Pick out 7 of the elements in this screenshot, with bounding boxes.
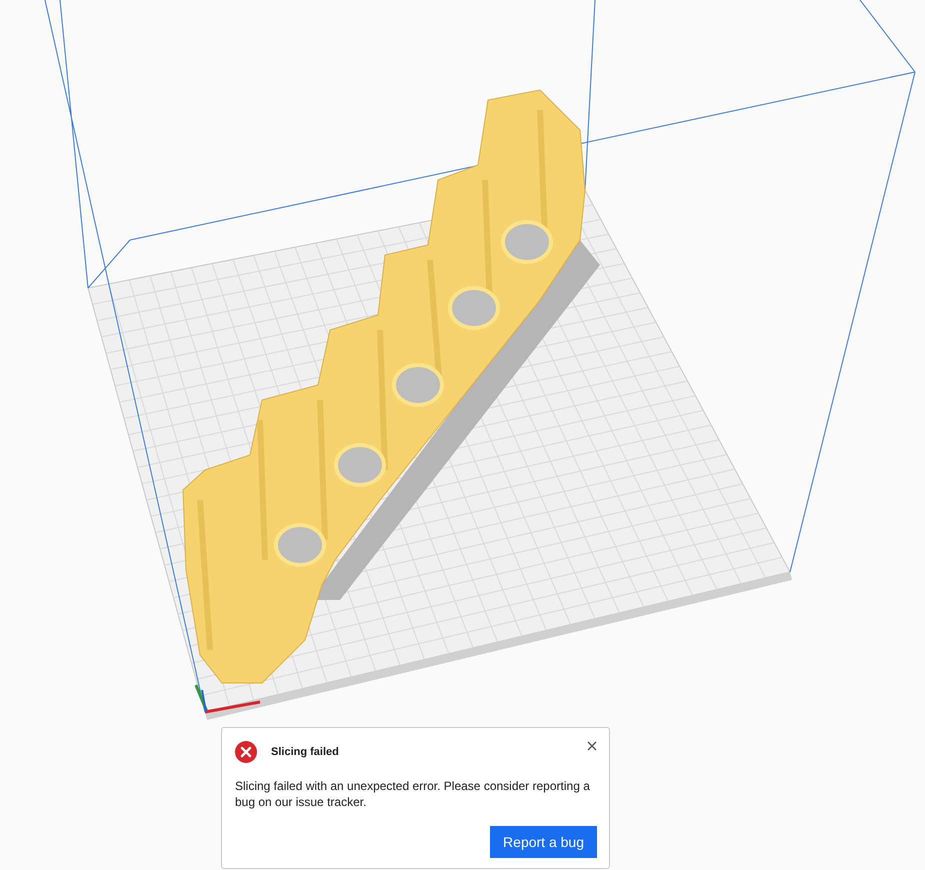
report-bug-button[interactable]: Report a bug bbox=[490, 826, 597, 858]
notification-message: Slicing failed with an unexpected error. Please consider reporting a bug on our issue tracker. bbox=[235, 778, 591, 810]
notification-title: Slicing failed bbox=[271, 746, 340, 758]
close-icon bbox=[587, 741, 597, 751]
axis-indicator-icon bbox=[194, 684, 260, 714]
error-icon bbox=[235, 741, 257, 763]
close-button[interactable] bbox=[587, 741, 597, 751]
